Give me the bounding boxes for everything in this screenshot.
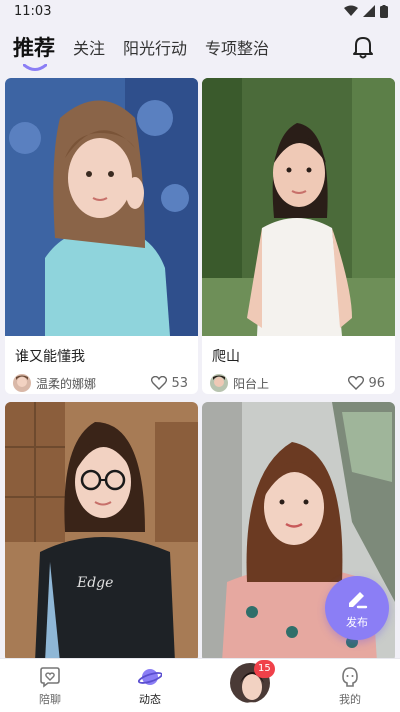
post-author[interactable]: 阳台上: [210, 374, 269, 392]
tab-follow-label: 关注: [73, 39, 106, 58]
heart-icon: [348, 376, 365, 390]
tab-sunshine-action-label: 阳光行动: [123, 39, 188, 58]
post-author-name: 温柔的娜娜: [36, 376, 97, 391]
nav-label-feed: 动态: [139, 692, 161, 706]
tab-recommend[interactable]: 推荐: [13, 32, 55, 71]
avatar: [13, 374, 31, 392]
nav-label-chat: 陪聊: [39, 692, 61, 706]
active-tab-indicator: [23, 64, 47, 71]
wifi-icon: [344, 5, 358, 16]
status-icons: [344, 4, 388, 18]
top-tab-bar: 推荐 关注 阳光行动 专项整治: [0, 22, 400, 72]
publish-button[interactable]: 发布: [325, 576, 389, 640]
post-author[interactable]: 温柔的娜娜: [13, 374, 96, 392]
status-time: 11:03: [14, 3, 52, 19]
battery-icon: [380, 4, 388, 18]
nav-label-mine: 我的: [339, 692, 361, 706]
post-meta: 阳台上 96: [202, 366, 395, 392]
avatar: [210, 374, 228, 392]
feed-grid: 谁又能懂我 温柔的娜娜 53 爬山 阳台上 96 Edge: [0, 78, 400, 658]
bottom-nav: 陪聊 动态 我的: [0, 658, 400, 712]
nav-item-feed[interactable]: 动态: [110, 665, 190, 707]
edit-icon: [349, 591, 368, 608]
post-meta: 温柔的娜娜 53: [5, 366, 198, 392]
bell-icon[interactable]: [350, 34, 376, 60]
tab-recommend-label: 推荐: [13, 36, 55, 60]
planet-icon: [138, 668, 162, 685]
post-title: 爬山: [212, 349, 240, 365]
signal-icon: [363, 5, 375, 17]
nav-item-mine[interactable]: 我的: [310, 665, 390, 707]
post-title: 谁又能懂我: [15, 349, 85, 365]
notification-badge: 15: [254, 660, 275, 678]
post-photo[interactable]: Edge: [5, 402, 198, 658]
feed-card[interactable]: Edge: [5, 402, 198, 658]
like-button[interactable]: 53: [151, 376, 188, 391]
profile-icon: [342, 666, 358, 687]
tab-special-rectification[interactable]: 专项整治: [205, 35, 269, 59]
nav-item-chat[interactable]: 陪聊: [10, 665, 90, 707]
post-author-name: 阳台上: [233, 376, 270, 391]
heart-icon: [151, 376, 168, 390]
nav-item-center[interactable]: [210, 660, 290, 705]
like-count: 53: [171, 375, 188, 391]
like-button[interactable]: 96: [348, 376, 385, 391]
publish-label: 发布: [346, 615, 368, 629]
tab-follow[interactable]: 关注: [73, 35, 105, 59]
feed-card[interactable]: 谁又能懂我 温柔的娜娜 53: [5, 78, 198, 394]
feed-card[interactable]: 爬山 阳台上 96: [202, 78, 395, 394]
heart-chat-icon: [40, 666, 60, 688]
status-bar: 11:03: [0, 0, 400, 22]
post-photo[interactable]: [5, 78, 198, 336]
like-count: 96: [368, 375, 385, 391]
tab-special-rectification-label: 专项整治: [205, 39, 270, 58]
post-photo[interactable]: [202, 78, 395, 336]
tab-sunshine-action[interactable]: 阳光行动: [123, 35, 187, 59]
svg-text:Edge: Edge: [76, 575, 113, 591]
